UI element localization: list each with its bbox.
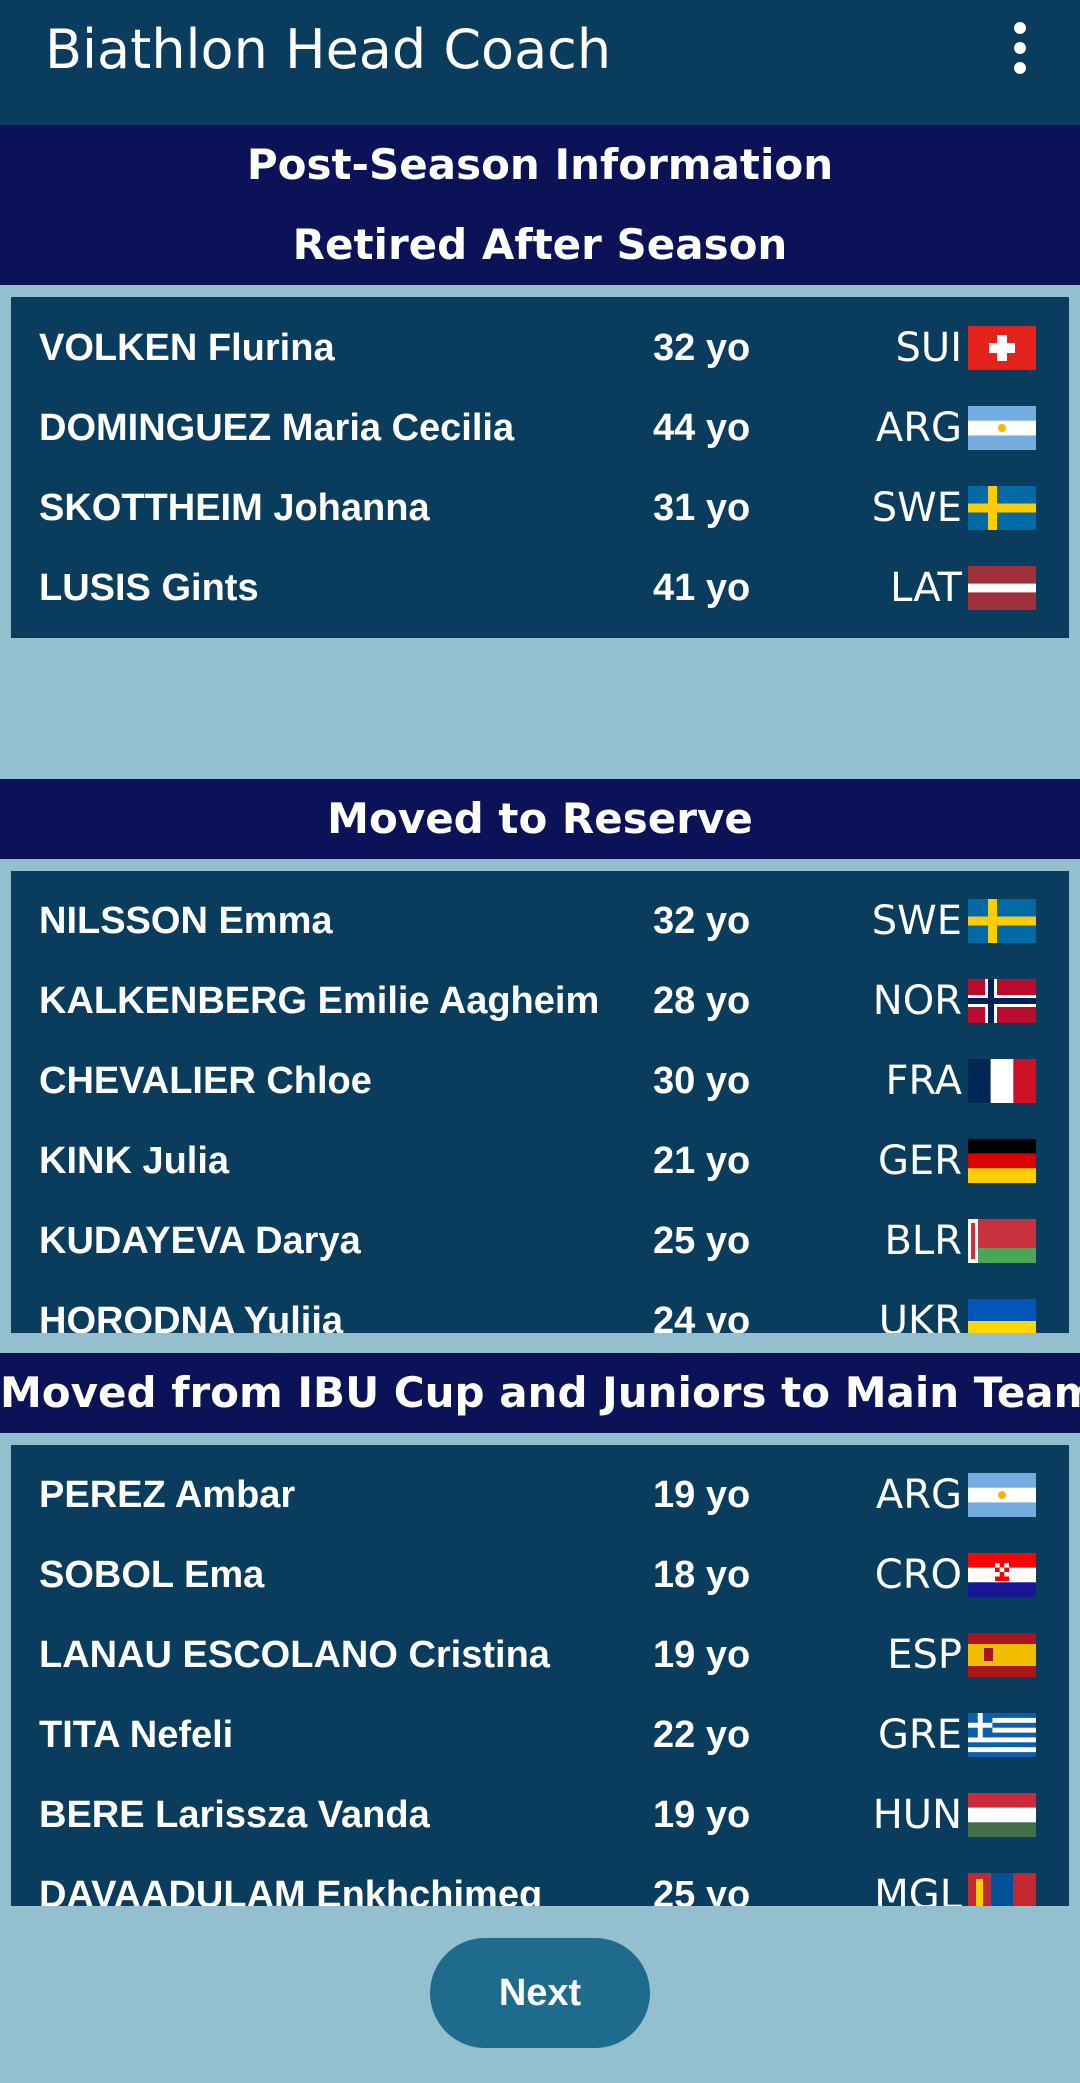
athlete-age: 25 yo <box>653 1874 751 1906</box>
retired-section-title: Retired After Season <box>292 220 788 269</box>
country-code: ESP <box>887 1632 962 1678</box>
croatia-flag-icon <box>968 1553 1036 1597</box>
hungary-flag-icon <box>968 1793 1036 1837</box>
athlete-name: LUSIS Gints <box>39 567 259 609</box>
list-item: TITA Nefeli 22 yo GRE <box>11 1695 1069 1775</box>
athlete-name: DAVAADULAM Enkhchimeg <box>39 1874 543 1906</box>
athlete-name: PEREZ Ambar <box>39 1474 296 1516</box>
norway-flag-icon <box>968 979 1036 1023</box>
athlete-age: 18 yo <box>653 1554 751 1596</box>
athlete-age: 32 yo <box>653 327 751 369</box>
country-code: LAT <box>890 565 962 611</box>
athlete-age: 25 yo <box>653 1220 751 1262</box>
list-item: NILSSON Emma 32 yo SWE <box>11 881 1069 961</box>
retired-list[interactable]: VOLKEN Flurina 32 yo SUI DOMINGUEZ Maria… <box>11 297 1069 638</box>
argentina-flag-icon <box>968 1473 1036 1517</box>
athlete-name: SKOTTHEIM Johanna <box>39 487 430 529</box>
athlete-name: CHEVALIER Chloe <box>39 1060 372 1102</box>
list-item: CHEVALIER Chloe 30 yo FRA <box>11 1041 1069 1121</box>
germany-flag-icon <box>968 1139 1036 1183</box>
country-code: UKR <box>878 1298 962 1333</box>
athlete-name: BERE Larissza Vanda <box>39 1794 430 1836</box>
athlete-age: 32 yo <box>653 900 751 942</box>
athlete-age: 22 yo <box>653 1714 751 1756</box>
promoted-section-title: Moved from IBU Cup and Juniors to Main T… <box>0 1368 1080 1417</box>
sweden-flag-icon <box>968 899 1036 943</box>
list-item: DAVAADULAM Enkhchimeg 25 yo MGL <box>11 1855 1069 1906</box>
athlete-name: KUDAYEVA Darya <box>39 1220 361 1262</box>
country-code: ARG <box>875 1472 962 1518</box>
athlete-age: 41 yo <box>653 567 751 609</box>
list-item: KALKENBERG Emilie Aagheim 28 yo NOR <box>11 961 1069 1041</box>
country-code: NOR <box>872 978 962 1024</box>
country-code: BLR <box>884 1218 962 1264</box>
app-bar: Biathlon Head Coach <box>0 0 1080 125</box>
list-item: KUDAYEVA Darya 25 yo BLR <box>11 1201 1069 1281</box>
country-code: HUN <box>872 1792 962 1838</box>
athlete-name: KINK Julia <box>39 1140 230 1182</box>
athlete-age: 24 yo <box>653 1300 751 1333</box>
latvia-flag-icon <box>968 566 1036 610</box>
argentina-flag-icon <box>968 406 1036 450</box>
list-item: SKOTTHEIM Johanna 31 yo SWE <box>11 468 1069 548</box>
country-code: SWE <box>871 898 962 944</box>
athlete-age: 21 yo <box>653 1140 751 1182</box>
list-item: PEREZ Ambar 19 yo ARG <box>11 1455 1069 1535</box>
belarus-flag-icon <box>968 1219 1036 1263</box>
sweden-flag-icon <box>968 486 1036 530</box>
reserve-section-title: Moved to Reserve <box>327 794 753 843</box>
list-item: DOMINGUEZ Maria Cecilia 44 yo ARG <box>11 388 1069 468</box>
athlete-name: HORODNA Yuliia <box>39 1300 344 1333</box>
athlete-name: KALKENBERG Emilie Aagheim <box>39 980 600 1022</box>
app-title: Biathlon Head Coach <box>45 18 612 81</box>
athlete-name: VOLKEN Flurina <box>39 327 335 369</box>
country-code: FRA <box>885 1058 962 1104</box>
athlete-age: 31 yo <box>653 487 751 529</box>
athlete-age: 44 yo <box>653 407 751 449</box>
country-code: GRE <box>877 1712 962 1758</box>
greece-flag-icon <box>968 1713 1036 1757</box>
country-code: ARG <box>875 405 962 451</box>
reserve-list[interactable]: NILSSON Emma 32 yo SWE KALKENBERG Emilie… <box>11 871 1069 1333</box>
reserve-header: Moved to Reserve <box>0 779 1080 859</box>
athlete-age: 19 yo <box>653 1794 751 1836</box>
ukraine-flag-icon <box>968 1299 1036 1333</box>
athlete-name: DOMINGUEZ Maria Cecilia <box>39 407 515 449</box>
france-flag-icon <box>968 1059 1036 1103</box>
athlete-name: NILSSON Emma <box>39 900 333 942</box>
country-code: SWE <box>871 485 962 531</box>
athlete-age: 19 yo <box>653 1634 751 1676</box>
next-button[interactable]: Next <box>430 1938 650 2048</box>
spain-flag-icon <box>968 1633 1036 1677</box>
promoted-list[interactable]: PEREZ Ambar 19 yo ARG SOBOL Ema 18 yo CR… <box>11 1445 1069 1906</box>
country-code: SUI <box>895 325 962 371</box>
more-options-icon[interactable] <box>1000 20 1040 76</box>
athlete-age: 30 yo <box>653 1060 751 1102</box>
athlete-age: 19 yo <box>653 1474 751 1516</box>
list-item: LUSIS Gints 41 yo LAT <box>11 548 1069 628</box>
list-item: BERE Larissza Vanda 19 yo HUN <box>11 1775 1069 1855</box>
switzerland-flag-icon <box>968 326 1036 370</box>
promoted-header: Moved from IBU Cup and Juniors to Main T… <box>0 1353 1080 1433</box>
list-item: LANAU ESCOLANO Cristina 19 yo ESP <box>11 1615 1069 1695</box>
country-code: MGL <box>874 1872 962 1906</box>
country-code: CRO <box>874 1552 962 1598</box>
athlete-name: TITA Nefeli <box>39 1714 234 1756</box>
page-heading: Post-Season Information <box>246 140 834 189</box>
mongolia-flag-icon <box>968 1873 1036 1906</box>
list-item: KINK Julia 21 yo GER <box>11 1121 1069 1201</box>
athlete-name: SOBOL Ema <box>39 1554 265 1596</box>
country-code: GER <box>877 1138 962 1184</box>
list-item: VOLKEN Flurina 32 yo SUI <box>11 308 1069 388</box>
list-item: SOBOL Ema 18 yo CRO <box>11 1535 1069 1615</box>
athlete-name: LANAU ESCOLANO Cristina <box>39 1634 550 1676</box>
athlete-age: 28 yo <box>653 980 751 1022</box>
post-season-header: Post-Season Information Retired After Se… <box>0 125 1080 285</box>
list-item: HORODNA Yuliia 24 yo UKR <box>11 1281 1069 1333</box>
